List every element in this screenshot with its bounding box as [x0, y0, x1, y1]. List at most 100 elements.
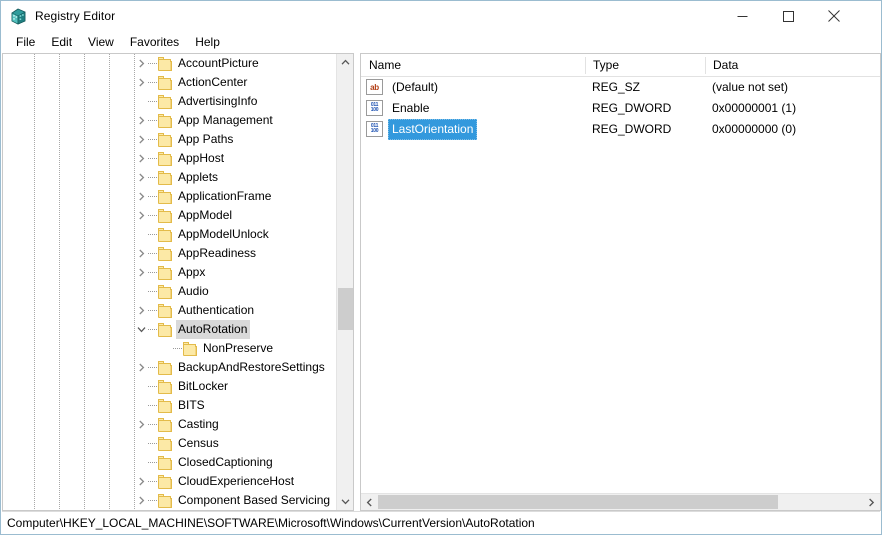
chevron-right-icon[interactable]	[133, 111, 149, 130]
tree-node-label: AutoRotation	[176, 320, 251, 339]
value-name: (Default)	[392, 80, 439, 94]
column-header-type[interactable]: Type	[585, 54, 619, 76]
menu-edit[interactable]: Edit	[43, 33, 80, 51]
chevron-down-icon[interactable]	[133, 320, 149, 339]
menu-file[interactable]: File	[8, 33, 43, 51]
value-row[interactable]: ab (Default) REG_SZ (value not set)	[361, 77, 880, 98]
maximize-button[interactable]	[765, 1, 811, 31]
menu-bar: File Edit View Favorites Help	[1, 31, 881, 53]
tree-node-applicationframe[interactable]: ApplicationFrame	[3, 187, 336, 206]
tree-node-nonpreserve[interactable]: NonPreserve	[3, 339, 336, 358]
tree-node-label: AppModelUnlock	[178, 227, 269, 241]
close-button[interactable]	[811, 1, 857, 31]
chevron-right-icon[interactable]	[133, 472, 149, 491]
chevron-right-icon[interactable]	[133, 130, 149, 149]
folder-icon	[158, 190, 174, 204]
tree-node-advertisinginfo[interactable]: AdvertisingInfo	[3, 92, 336, 111]
tree-node-appreadiness[interactable]: AppReadiness	[3, 244, 336, 263]
folder-icon	[158, 494, 174, 508]
folder-icon	[158, 456, 174, 470]
tree-node-label: ActionCenter	[178, 75, 248, 89]
folder-icon	[158, 114, 174, 128]
current-key-path: Computer\HKEY_LOCAL_MACHINE\SOFTWARE\Mic…	[7, 515, 535, 530]
tree-node-label: Casting	[178, 417, 219, 431]
value-data: 0x00000001 (1)	[712, 101, 797, 115]
registry-values-pane: Name Type Data ab (Default) REG_SZ (value n…	[360, 53, 881, 511]
dword-value-icon: 011 100	[366, 100, 383, 116]
folder-icon	[183, 342, 199, 356]
chevron-right-icon[interactable]	[133, 301, 149, 320]
tree-node-bits[interactable]: BITS	[3, 396, 336, 415]
tree-node-applets[interactable]: Applets	[3, 168, 336, 187]
values-scroll-thumb[interactable]	[378, 495, 778, 509]
tree-node-appx[interactable]: Appx	[3, 263, 336, 282]
scroll-down-button[interactable]	[337, 493, 353, 510]
registry-key-tree[interactable]: AccountPicture ActionCenter AdvertisingInf…	[3, 54, 336, 510]
menu-favorites[interactable]: Favorites	[122, 33, 187, 51]
menu-help[interactable]: Help	[187, 33, 228, 51]
folder-icon	[158, 247, 174, 261]
tree-node-label: CloudExperienceHost	[178, 474, 295, 488]
value-data: 0x00000000 (0)	[712, 122, 797, 136]
tree-node-audio[interactable]: Audio	[3, 282, 336, 301]
value-row[interactable]: 011 100 LastOrientation REG_DWORD 0x00000000…	[361, 119, 880, 140]
values-list[interactable]: ab (Default) REG_SZ (value not set) 011 100 En…	[361, 77, 880, 489]
chevron-right-icon[interactable]	[133, 54, 149, 73]
tree-node-cloudexperiencehost[interactable]: CloudExperienceHost	[3, 472, 336, 491]
tree-node-accountpicture[interactable]: AccountPicture	[3, 54, 336, 73]
values-horizontal-scrollbar[interactable]	[361, 493, 880, 510]
tree-node-label: Appx	[178, 265, 206, 279]
scroll-right-button[interactable]	[863, 494, 880, 510]
chevron-right-icon[interactable]	[133, 73, 149, 92]
menu-view[interactable]: View	[80, 33, 122, 51]
tree-node-autorotation[interactable]: AutoRotation	[3, 320, 336, 339]
chevron-right-icon[interactable]	[133, 187, 149, 206]
scroll-left-button[interactable]	[361, 494, 378, 510]
column-header-data[interactable]: Data	[705, 54, 738, 76]
tree-node-label: Applets	[178, 170, 219, 184]
tree-node-casting[interactable]: Casting	[3, 415, 336, 434]
folder-icon	[158, 171, 174, 185]
minimize-button[interactable]	[719, 1, 765, 31]
value-row[interactable]: 011 100 Enable REG_DWORD 0x00000001 (1)	[361, 98, 880, 119]
scroll-up-button[interactable]	[337, 54, 353, 71]
chevron-right-icon[interactable]	[133, 244, 149, 263]
tree-vertical-scrollbar[interactable]	[336, 54, 353, 510]
tree-node-label: App Management	[178, 113, 273, 127]
folder-icon	[158, 437, 174, 451]
folder-icon	[158, 133, 174, 147]
chevron-right-icon[interactable]	[133, 149, 149, 168]
chevron-right-icon[interactable]	[133, 168, 149, 187]
tree-node-actioncenter[interactable]: ActionCenter	[3, 73, 336, 92]
tree-node-app-paths[interactable]: App Paths	[3, 130, 336, 149]
tree-node-appmodelunlock[interactable]: AppModelUnlock	[3, 225, 336, 244]
tree-scroll-thumb[interactable]	[338, 288, 353, 330]
registry-editor-icon	[10, 8, 27, 25]
tree-node-apphost[interactable]: AppHost	[3, 149, 336, 168]
status-bar: Computer\HKEY_LOCAL_MACHINE\SOFTWARE\Mic…	[2, 511, 880, 533]
column-header-name[interactable]: Name	[361, 54, 401, 76]
dword-value-icon: 011 100	[366, 121, 383, 137]
chevron-right-icon[interactable]	[133, 358, 149, 377]
tree-node-closedcaptioning[interactable]: ClosedCaptioning	[3, 453, 336, 472]
values-column-header: Name Type Data	[361, 54, 880, 77]
tree-node-backupandrestoresettings[interactable]: BackupAndRestoreSettings	[3, 358, 336, 377]
folder-icon	[158, 399, 174, 413]
chevron-right-icon[interactable]	[133, 415, 149, 434]
tree-node-label: NonPreserve	[203, 341, 274, 355]
tree-node-component-based-servicing[interactable]: Component Based Servicing	[3, 491, 336, 510]
chevron-right-icon[interactable]	[133, 263, 149, 282]
folder-icon	[158, 304, 174, 318]
tree-node-census[interactable]: Census	[3, 434, 336, 453]
title-bar[interactable]: Registry Editor	[1, 1, 881, 31]
chevron-right-icon[interactable]	[133, 206, 149, 225]
tree-node-authentication[interactable]: Authentication	[3, 301, 336, 320]
tree-node-appmodel[interactable]: AppModel	[3, 206, 336, 225]
tree-node-app-management[interactable]: App Management	[3, 111, 336, 130]
folder-icon	[158, 57, 174, 71]
tree-node-label: Audio	[178, 284, 209, 298]
folder-icon	[158, 228, 174, 242]
chevron-right-icon[interactable]	[133, 491, 149, 510]
folder-icon	[158, 475, 174, 489]
tree-node-bitlocker[interactable]: BitLocker	[3, 377, 336, 396]
